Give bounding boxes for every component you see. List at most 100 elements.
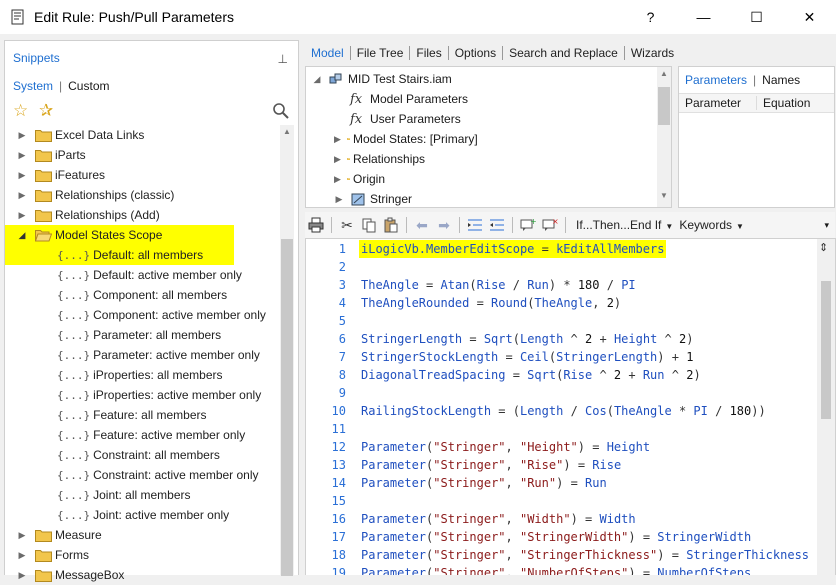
model-tree-item[interactable]: fx Model Parameters [334, 89, 468, 109]
add-comment-button[interactable]: + [517, 214, 539, 236]
tab-files[interactable]: Files [410, 46, 447, 60]
indent-button[interactable] [464, 214, 486, 236]
snippet-item[interactable]: {...} Feature: active member only [5, 425, 280, 445]
chevron-right-icon[interactable]: ▶ [17, 150, 27, 161]
code-line[interactable]: Parameter("Stringer", "StringerWidth") =… [361, 528, 751, 546]
tab-wizards[interactable]: Wizards [625, 46, 680, 60]
model-tree-item[interactable]: ◢ MID Test Stairs.iam [312, 69, 452, 89]
chevron-right-icon[interactable]: ▶ [17, 550, 27, 561]
snippet-item[interactable]: {...} Feature: all members [5, 405, 280, 425]
if-then-dropdown[interactable]: If...Then...End If ▼ [576, 218, 673, 232]
model-tree-item[interactable]: ▶ Stringer [334, 189, 413, 207]
code-line[interactable]: Parameter("Stringer", "NumberOfSteps") =… [361, 564, 751, 575]
add-favorite-star-icon[interactable]: ✰ [39, 101, 53, 121]
code-line[interactable]: TheAngleRounded = Round(TheAngle, 2) [361, 294, 621, 312]
tab-names[interactable]: Names [762, 73, 800, 87]
scroll-up-icon[interactable]: ▲ [657, 69, 671, 78]
snippet-folder[interactable]: ◢ Model States Scope [5, 225, 234, 245]
code-line[interactable]: Parameter("Stringer", "Rise") = Rise [361, 456, 621, 474]
snippet-item[interactable]: {...} Parameter: active member only [5, 345, 280, 365]
snippet-item[interactable]: {...} Default: active member only [5, 265, 280, 285]
chevron-right-icon[interactable]: ▶ [17, 530, 27, 541]
code-line[interactable]: TheAngle = Atan(Rise / Run) * 180 / PI [361, 276, 636, 294]
code-line[interactable]: StringerStockLength = Ceil(StringerLengt… [361, 348, 693, 366]
snippet-folder[interactable]: ▶ iParts [5, 145, 280, 165]
snippet-scrollbar[interactable]: ▲ [280, 125, 294, 576]
snippet-item[interactable]: {...} Parameter: all members [5, 325, 280, 345]
remove-comment-button[interactable]: × [539, 214, 561, 236]
tab-model[interactable]: Model [305, 46, 350, 60]
outdent-button[interactable] [486, 214, 508, 236]
code-line[interactable]: Parameter("Stringer", "Width") = Width [361, 510, 636, 528]
paste-button[interactable] [380, 214, 402, 236]
model-tree-item[interactable]: ▶ Relationships [334, 149, 425, 169]
snippet-folder[interactable]: ▶ Measure [5, 525, 280, 545]
snippet-item[interactable]: {...} Joint: all members [5, 485, 280, 505]
pin-icon[interactable]: ⊥ [278, 52, 288, 66]
snippet-folder[interactable]: ▶ Excel Data Links [5, 125, 280, 145]
snippet-folder[interactable]: ▶ iFeatures [5, 165, 280, 185]
model-tree-item[interactable]: ▶ Model States: [Primary] [334, 129, 478, 149]
snippet-item[interactable]: {...} Joint: active member only [5, 505, 280, 525]
search-icon[interactable] [272, 102, 290, 120]
column-equation[interactable]: Equation [757, 96, 810, 110]
copy-button[interactable] [358, 214, 380, 236]
snippet-folder[interactable]: ▶ Forms [5, 545, 280, 565]
snippet-folder[interactable]: ▶ MessageBox [5, 565, 280, 585]
code-line[interactable]: Parameter("Stringer", "StringerThickness… [361, 546, 809, 564]
help-button[interactable]: ? [624, 0, 677, 34]
maximize-button[interactable]: ☐ [730, 0, 783, 34]
model-tree-item[interactable]: fx User Parameters [334, 109, 461, 129]
tab-options[interactable]: Options [449, 46, 502, 60]
scroll-down-icon[interactable]: ▼ [657, 191, 671, 200]
tab-custom[interactable]: Custom [68, 79, 109, 93]
snippet-item[interactable]: {...} Default: all members [5, 245, 234, 265]
snippet-item[interactable]: {...} iProperties: active member only [5, 385, 280, 405]
minimize-button[interactable]: — [677, 0, 730, 34]
model-tree-scrollbar[interactable]: ▲ ▼ [657, 67, 671, 207]
snippet-item[interactable]: {...} Component: active member only [5, 305, 280, 325]
toolbar-overflow-icon[interactable]: ▾ [824, 220, 829, 231]
scroll-thumb[interactable] [658, 87, 670, 125]
snippet-item[interactable]: {...} Component: all members [5, 285, 280, 305]
chevron-right-icon[interactable]: ▶ [17, 170, 27, 181]
code-line[interactable]: DiagonalTreadSpacing = Sqrt(Rise ^ 2 + R… [361, 366, 701, 384]
tab-search-and-replace[interactable]: Search and Replace [503, 46, 624, 60]
undo-button[interactable]: ⬅ [411, 214, 433, 236]
close-button[interactable]: ✕ [783, 0, 836, 34]
snippet-item[interactable]: {...} Constraint: active member only [5, 465, 280, 485]
chevron-right-icon[interactable]: ▶ [334, 194, 344, 205]
code-line[interactable]: Parameter("Stringer", "Run") = Run [361, 474, 607, 492]
scroll-thumb[interactable] [281, 239, 293, 576]
scroll-up-icon[interactable]: ▲ [280, 127, 294, 136]
snippet-folder[interactable]: ▶ Relationships (Add) [5, 205, 280, 225]
print-button[interactable] [305, 214, 327, 236]
code-line[interactable]: iLogicVb.MemberEditScope = kEditAllMembe… [359, 240, 667, 258]
code-line[interactable]: Parameter("Stringer", "Height") = Height [361, 438, 650, 456]
chevron-right-icon[interactable]: ▶ [334, 154, 341, 165]
code-line[interactable]: StringerLength = Sqrt(Length ^ 2 + Heigh… [361, 330, 693, 348]
chevron-down-icon[interactable]: ◢ [17, 230, 27, 241]
chevron-right-icon[interactable]: ▶ [17, 570, 27, 581]
redo-button[interactable]: ➡ [433, 214, 455, 236]
chevron-right-icon[interactable]: ▶ [17, 130, 27, 141]
chevron-right-icon[interactable]: ▶ [17, 190, 27, 201]
chevron-right-icon[interactable]: ▶ [17, 210, 27, 221]
favorites-star-icon[interactable]: ☆ [13, 101, 28, 121]
split-view-icon[interactable]: ⇕ [819, 241, 828, 254]
keywords-dropdown[interactable]: Keywords ▼ [679, 218, 744, 232]
code-line[interactable]: RailingStockLength = (Length / Cos(TheAn… [361, 402, 766, 420]
tab-system[interactable]: System [13, 79, 53, 93]
chevron-right-icon[interactable]: ▶ [334, 174, 341, 185]
snippet-folder[interactable]: ▶ Relationships (classic) [5, 185, 280, 205]
column-parameter[interactable]: Parameter [679, 96, 757, 110]
chevron-right-icon[interactable]: ▶ [334, 134, 341, 145]
chevron-down-icon[interactable]: ◢ [312, 74, 322, 85]
model-tree-item[interactable]: ▶ Origin [334, 169, 385, 189]
tab-file-tree[interactable]: File Tree [351, 46, 410, 60]
code-editor[interactable]: 1 2 3 4 5 6 7 8 9 10 11 12 13 14 15 16 17 18 19 iLogicVb.M… [305, 238, 836, 575]
tab-parameters[interactable]: Parameters [685, 73, 747, 87]
snippet-item[interactable]: {...} iProperties: all members [5, 365, 280, 385]
editor-scrollbar[interactable]: ⇕ [817, 239, 835, 575]
snippet-item[interactable]: {...} Constraint: all members [5, 445, 280, 465]
